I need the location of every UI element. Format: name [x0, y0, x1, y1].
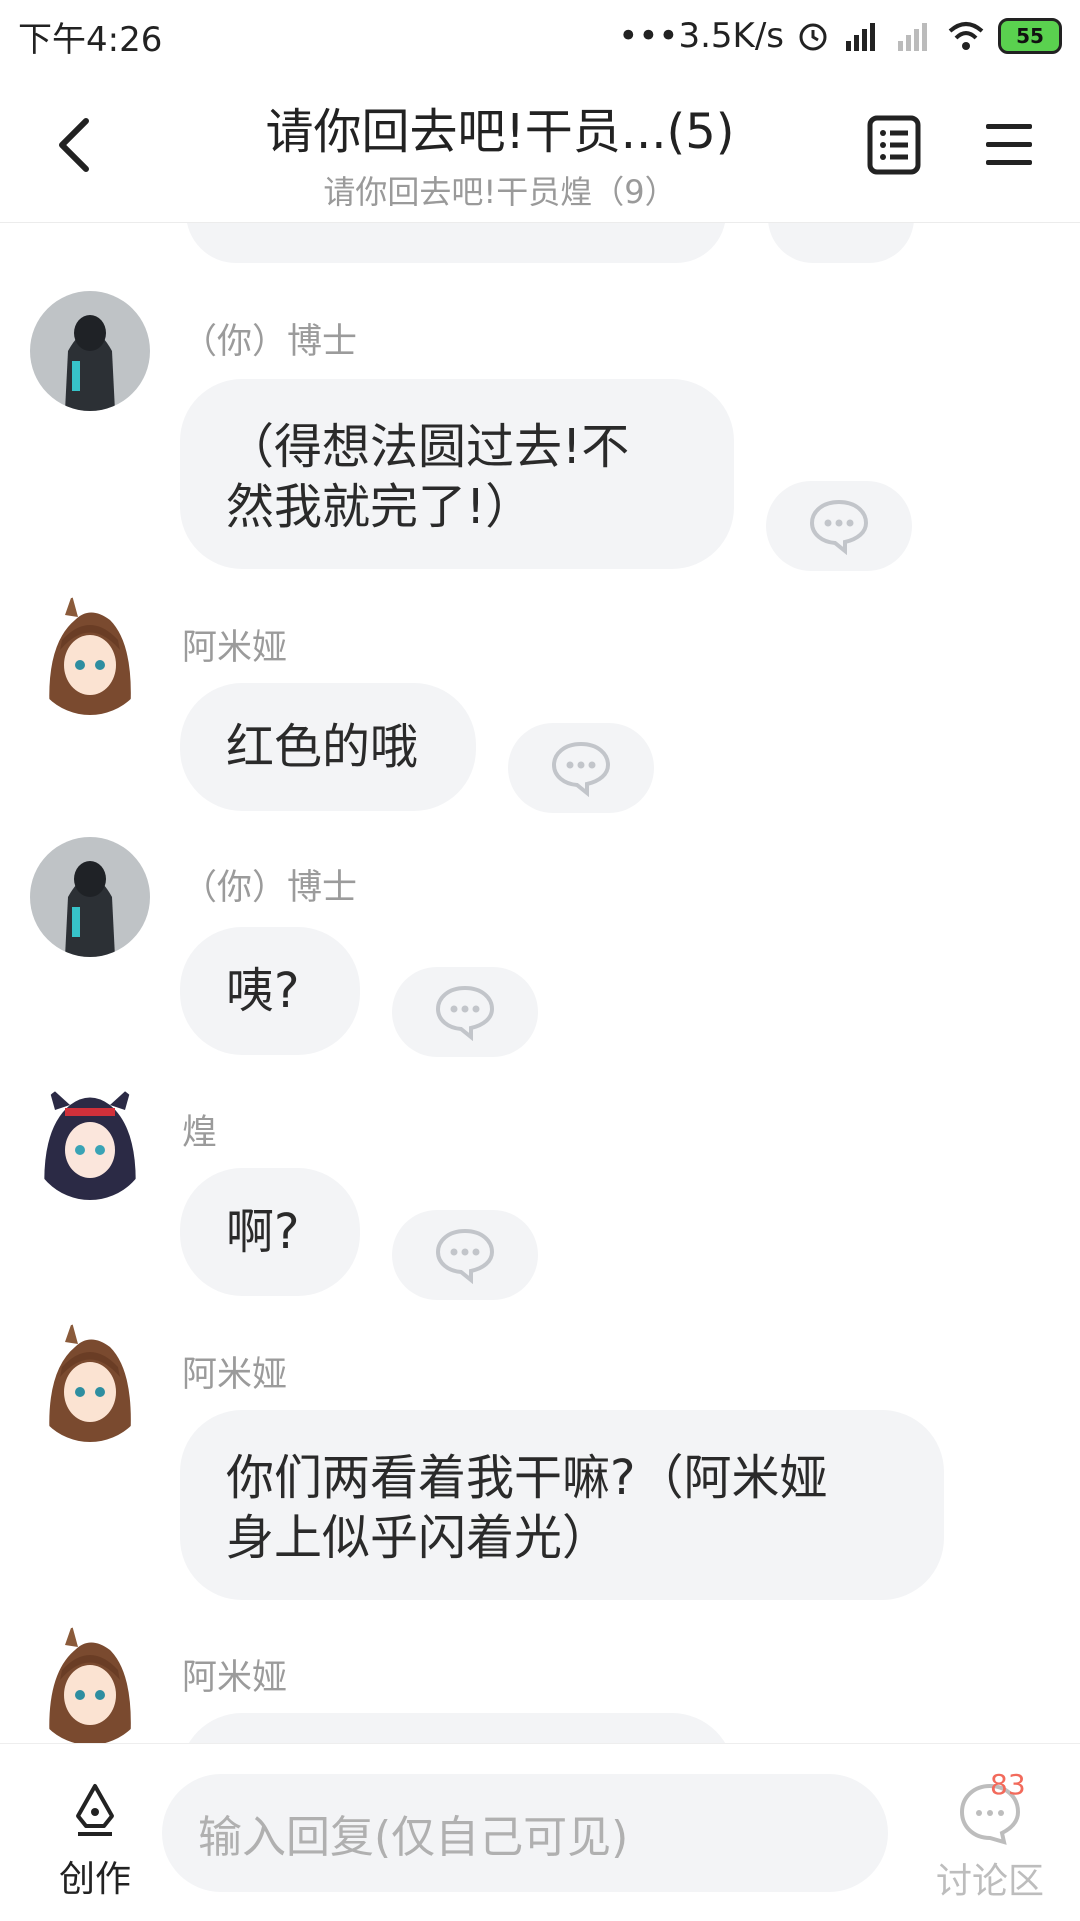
message-bubble[interactable]: 你们两看着我干嘛?（阿米娅 身上似乎闪着光） — [180, 1410, 944, 1600]
comment-button[interactable] — [392, 967, 538, 1057]
list-document-icon — [867, 115, 921, 175]
network-speed: •••3.5K/s — [618, 16, 784, 56]
sender-name: 阿米娅 — [182, 1658, 288, 1698]
page-title: 请你回去吧!干员...(5) — [265, 104, 735, 160]
discussion-button[interactable]: 83 讨论区 — [920, 1768, 1060, 1902]
create-label: 创作 — [58, 1859, 131, 1900]
message-line: 身上似乎闪着光） — [226, 1510, 611, 1566]
back-button[interactable] — [44, 110, 104, 180]
doctor-avatar[interactable] — [30, 837, 150, 957]
discussion-count-badge: 83 — [990, 1768, 1026, 1801]
sender-name: （你）博士 — [182, 322, 358, 362]
amiya-avatar[interactable] — [30, 1625, 150, 1743]
message-bubble[interactable]: 咦? — [180, 927, 360, 1055]
chat-header: 请你回去吧!干员...(5) 请你回去吧!干员煌（9） — [0, 72, 1080, 223]
menu-button[interactable] — [982, 120, 1036, 170]
message-bubble[interactable]: （得想法圆过去!不 然我就完了!） — [180, 379, 734, 569]
message-line: 啊? — [226, 1204, 300, 1260]
sender-name: （你）博士 — [182, 868, 358, 908]
reply-input[interactable]: 输入回复(仅自己可见) — [162, 1774, 888, 1892]
back-arrow-icon — [59, 118, 89, 172]
wifi-icon — [948, 22, 984, 50]
alarm-icon — [799, 23, 827, 51]
discussion-label: 讨论区 — [935, 1861, 1044, 1902]
comment-button[interactable] — [766, 481, 912, 571]
message-line: 红色的哦 — [226, 719, 419, 775]
comment-button[interactable] — [508, 723, 654, 813]
doctor-avatar[interactable] — [30, 291, 150, 411]
message-bubble[interactable]: 红色的哦 — [180, 683, 476, 811]
hamburger-menu-icon — [986, 124, 1032, 165]
create-button[interactable]: 创作 — [40, 1774, 150, 1900]
message-line: 咦? — [226, 963, 300, 1019]
reply-placeholder: 输入回复(仅自己可见) — [198, 1812, 629, 1863]
battery-icon: 55 — [998, 18, 1062, 54]
status-icons: •••3.5K/s 55 — [618, 16, 1062, 56]
message-bubble[interactable] — [180, 1713, 734, 1743]
signal-weak-icon — [898, 23, 927, 51]
status-bar: 下午4:26 •••3.5K/s 55 — [0, 0, 1080, 72]
message-line: 你们两看着我干嘛?（阿米娅 — [226, 1450, 828, 1506]
signal-hd-icon — [846, 23, 875, 51]
status-time: 下午4:26 — [18, 19, 163, 60]
message-line: （得想法圆过去!不 — [226, 419, 630, 475]
sender-name: 阿米娅 — [182, 1355, 288, 1395]
comment-icon — [809, 499, 869, 555]
message-bubble[interactable]: 啊? — [180, 1168, 360, 1296]
catalog-button[interactable] — [866, 114, 922, 176]
sender-name: 阿米娅 — [182, 628, 288, 668]
page-subtitle: 请你回去吧!干员煌（9） — [323, 173, 677, 211]
partial-comment-button[interactable] — [768, 223, 914, 263]
comment-icon — [435, 1228, 495, 1284]
amiya-avatar[interactable] — [30, 1322, 150, 1442]
comment-icon — [435, 985, 495, 1041]
chat-list[interactable]: （你）博士 （得想法圆过去!不 然我就完了!） 阿米娅 红色的哦 （你）博士 咦… — [0, 223, 1080, 1743]
blaze-avatar[interactable] — [30, 1080, 150, 1200]
comment-icon — [551, 741, 611, 797]
sender-name: 煌 — [182, 1113, 218, 1153]
amiya-avatar[interactable] — [30, 595, 150, 715]
message-line: 然我就完了!） — [226, 479, 534, 535]
pen-nib-icon — [76, 1784, 114, 1836]
comment-button[interactable] — [392, 1210, 538, 1300]
bottom-bar: 创作 输入回复(仅自己可见) 83 讨论区 — [0, 1743, 1080, 1921]
partial-bubble — [186, 223, 726, 263]
